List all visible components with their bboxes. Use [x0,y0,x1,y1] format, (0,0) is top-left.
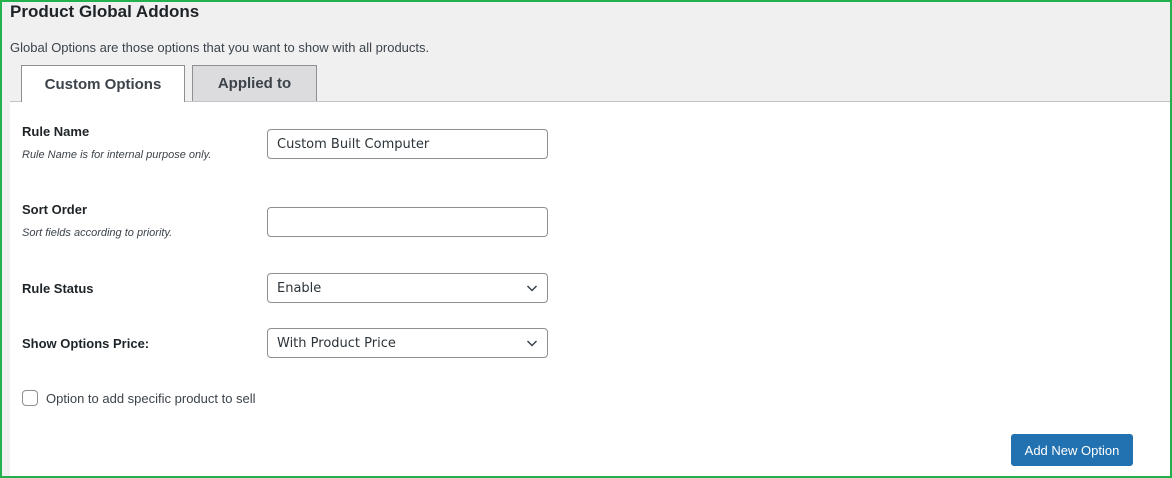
rule-name-input[interactable]: Custom Built Computer [267,129,548,159]
tab-label: Applied to [217,75,292,92]
rule-name-label: Rule Name [22,124,90,139]
rule-name-help: Rule Name is for internal purpose only. [22,149,212,161]
chevron-down-icon [526,340,538,347]
add-new-option-button[interactable]: Add New Option [1011,434,1133,466]
rule-status-select[interactable]: Enable [267,273,548,303]
tab-applied-to[interactable]: Applied to [192,65,317,101]
tab-label: Custom Options [44,75,162,93]
show-options-price-label: Show Options Price: [22,336,150,351]
custom-options-panel: Rule Name Rule Name is for internal purp… [10,101,1170,476]
sort-order-input[interactable] [267,207,548,237]
rule-status-label: Rule Status [22,281,94,296]
rule-name-value: Custom Built Computer [277,136,430,152]
specific-product-label[interactable]: Option to add specific product to sell [46,391,256,406]
chevron-down-icon [526,285,538,292]
page-title: Product Global Addons [10,2,200,21]
show-options-price-select[interactable]: With Product Price [267,328,548,358]
tab-custom-options[interactable]: Custom Options [21,65,185,102]
page-description: Global Options are those options that yo… [10,40,430,55]
sort-order-label: Sort Order [22,202,88,217]
specific-product-checkbox[interactable] [22,390,38,406]
show-options-price-selected: With Product Price [277,335,396,351]
add-new-option-label: Add New Option [1024,442,1120,458]
sort-order-help: Sort fields according to priority. [22,227,173,239]
page-frame: Product Global Addons Global Options are… [0,0,1172,478]
rule-status-selected: Enable [277,280,322,296]
